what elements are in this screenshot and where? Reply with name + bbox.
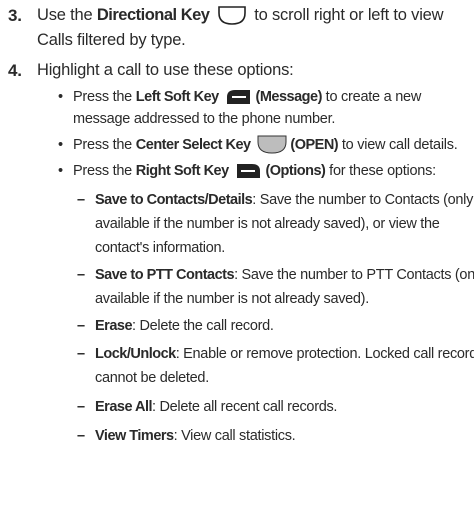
dash: – — [77, 428, 86, 444]
open-label: (OPEN) — [290, 137, 339, 153]
bullet-dot: • — [58, 137, 64, 153]
option-erase-all: – Erase All: Delete all recent call reco… — [77, 395, 474, 419]
center-select-key-name: Center Select Key — [135, 137, 251, 153]
option-line-1: Save to Contacts/Details: Save the numbe… — [95, 192, 474, 208]
left-soft-key-icon — [227, 90, 251, 104]
option-line-1: Lock/Unlock: Enable or remove protection… — [95, 346, 474, 362]
step-number: 4. — [8, 61, 22, 80]
option-save-to-contacts: – Save to Contacts/Details: Save the num… — [77, 188, 474, 260]
directional-key-icon — [218, 6, 246, 25]
bullet-dot: • — [58, 163, 64, 179]
option-term: Erase All — [95, 399, 153, 415]
option-erase: – Erase: Delete the call record. — [77, 314, 474, 338]
directional-key-name: Directional Key — [96, 6, 210, 24]
step-number: 3. — [8, 6, 22, 25]
option-term: Lock/Unlock — [95, 346, 176, 362]
center-select-key-icon — [257, 135, 287, 154]
right-soft-key-name: Right Soft Key — [135, 163, 229, 179]
message-label: (Message) — [255, 89, 322, 105]
bullet-right-soft-key: • Press the Right Soft Key (Options) for… — [58, 160, 474, 184]
bullet-line-1: Press the Left Soft Key (Message) to cre… — [73, 89, 422, 105]
option-line-2: available if the number is not already s… — [95, 291, 369, 307]
bullet-line-2: message addressed to the phone number. — [73, 111, 336, 127]
options-label: (Options) — [265, 163, 326, 179]
bullet-left-soft-key: • Press the Left Soft Key (Message) to c… — [58, 86, 474, 132]
left-soft-key-name: Left Soft Key — [135, 89, 219, 105]
dash: – — [77, 318, 86, 334]
option-lock-unlock: – Lock/Unlock: Enable or remove protecti… — [77, 342, 474, 390]
option-line-2: cannot be deleted. — [95, 370, 209, 386]
option-line-1: Erase All: Delete all recent call record… — [95, 399, 338, 415]
step-4: 4. Highlight a call to use these options… — [0, 58, 474, 84]
option-line-1: Erase: Delete the call record. — [95, 318, 274, 334]
dash: – — [77, 399, 86, 415]
option-term: Save to PTT Contacts — [95, 267, 235, 283]
dash: – — [77, 346, 86, 362]
option-view-timers: – View Timers: View call statistics. — [77, 424, 474, 448]
option-save-to-ptt-contacts: – Save to PTT Contacts: Save the number … — [77, 263, 474, 311]
bullet-line-1: Press the Right Soft Key (Options) for t… — [73, 163, 436, 179]
bullet-line-1: Press the Center Select Key (OPEN) to vi… — [73, 135, 458, 154]
bullet-center-select-key: • Press the Center Select Key (OPEN) to … — [58, 134, 474, 158]
manual-page: 3. Use the Directional Key to scroll rig… — [0, 0, 474, 521]
step-3-line-1: Use the Directional Key to scroll right … — [37, 6, 444, 25]
option-term: Save to Contacts/Details — [95, 192, 253, 208]
dash: – — [77, 192, 86, 208]
option-line-1: View Timers: View call statistics. — [95, 428, 296, 444]
option-term: Erase — [95, 318, 133, 334]
dash: – — [77, 267, 86, 283]
option-line-3: contact's information. — [95, 240, 225, 256]
right-soft-key-icon — [237, 164, 261, 178]
option-line-2: available if the number is not already s… — [95, 216, 440, 232]
option-line-1: Save to PTT Contacts: Save the number to… — [95, 267, 474, 283]
step-3-line-2: Calls filtered by type. — [37, 31, 186, 49]
step-3: 3. Use the Directional Key to scroll rig… — [0, 3, 474, 53]
option-term: View Timers — [95, 428, 174, 444]
step-4-line-1: Highlight a call to use these options: — [37, 61, 294, 79]
bullet-dot: • — [58, 89, 64, 105]
